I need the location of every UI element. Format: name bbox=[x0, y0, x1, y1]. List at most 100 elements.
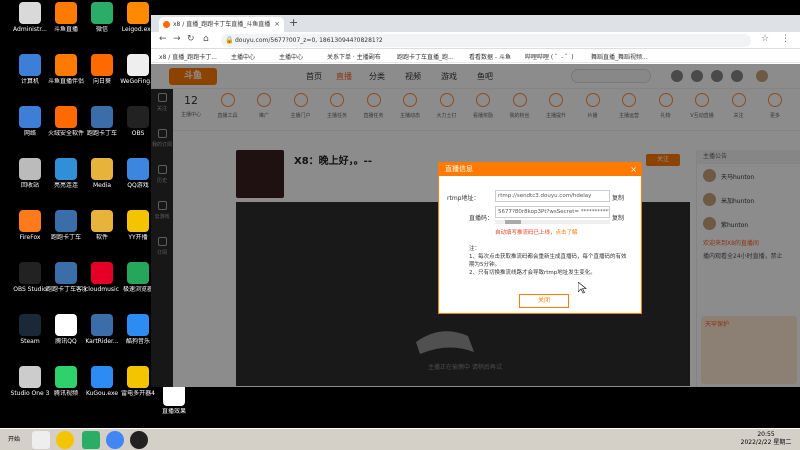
desktop-icon[interactable]: FireFox bbox=[10, 210, 50, 254]
scroll-thumb[interactable] bbox=[505, 220, 521, 224]
desktop-icon[interactable]: cloudmusic bbox=[82, 262, 122, 306]
chrome-taskbar-icon[interactable] bbox=[106, 431, 124, 449]
lock-icon: 🔒 bbox=[225, 36, 234, 44]
taskbar: 开始 20:55 2022/2/22 星期二 bbox=[0, 428, 800, 450]
close-dialog-button[interactable]: 关闭 bbox=[519, 294, 569, 308]
desktop-icon[interactable]: 亮亮连连 bbox=[46, 158, 86, 202]
app-icon bbox=[91, 54, 113, 76]
desktop-icon-label: 斗鱼直播伴侣 bbox=[47, 78, 84, 85]
desktop-icon[interactable]: 斗鱼直播伴侣 bbox=[46, 54, 86, 98]
desktop-icon[interactable]: 腾讯视频 bbox=[46, 366, 86, 410]
desktop-icon-label: Studio One 3 bbox=[10, 390, 50, 397]
learn-more-link[interactable]: 点击了解 bbox=[556, 230, 578, 236]
desktop: Administr... 斗鱼直播 微信 Leigod.exe 计算机 斗鱼直播伴侣 向日葵… bbox=[0, 0, 800, 428]
desktop-icon-label: 雷电多开器4 bbox=[121, 390, 155, 397]
app-icon bbox=[55, 54, 77, 76]
url-text: douyu.com/5677?007_z=0, 186130944?08281?… bbox=[235, 37, 383, 44]
copy-key-button[interactable]: 复制 bbox=[612, 213, 624, 222]
reload-button[interactable]: ↻ bbox=[187, 34, 195, 44]
app-icon bbox=[19, 158, 41, 180]
bookmark-item[interactable]: 主播中心 bbox=[231, 52, 255, 61]
desktop-icon[interactable]: 微信 bbox=[82, 2, 122, 46]
desktop-icon-label: 微信 bbox=[95, 26, 108, 33]
app-icon bbox=[19, 2, 41, 24]
desktop-icon-label: cloudmusic bbox=[85, 286, 119, 293]
bookmark-item[interactable]: 舞蹈直播_舞蹈视频... bbox=[591, 52, 648, 61]
wechat-taskbar-icon[interactable] bbox=[82, 431, 100, 449]
note-2: 2、只有切换推流线路才会导致rtmp地址发生变化。 bbox=[469, 270, 596, 276]
desktop-icon[interactable]: 回收站 bbox=[10, 158, 50, 202]
desktop-icon-label: 向日葵 bbox=[92, 78, 111, 85]
desktop-icon[interactable]: 斗鱼直播 bbox=[46, 2, 86, 46]
stream-key-scrollbar[interactable] bbox=[495, 220, 610, 224]
bookmark-item[interactable]: 跑跑卡丁车直播_跑... bbox=[397, 52, 454, 61]
desktop-icon[interactable]: 火绒安全软件 bbox=[46, 106, 86, 150]
stream-key-field[interactable]: 5677?80r8kop3Pt?wsSecret= *********** bbox=[495, 206, 610, 218]
tab-close-icon[interactable]: × bbox=[274, 17, 280, 32]
douyu-favicon-icon bbox=[163, 21, 170, 28]
desktop-icon-label: 回收站 bbox=[20, 182, 39, 189]
desktop-icon-label: OBS Studio bbox=[13, 286, 47, 293]
desktop-icon[interactable]: Steam bbox=[10, 314, 50, 358]
bookmark-item[interactable]: 主播中心 bbox=[279, 52, 303, 61]
home-button[interactable]: ⌂ bbox=[203, 34, 209, 44]
bookmark-item[interactable]: 关系下单 · 主播副布 bbox=[327, 52, 381, 61]
desktop-icon[interactable]: 跑跑卡丁车 bbox=[82, 106, 122, 150]
desktop-icon-label: 斗鱼直播 bbox=[53, 26, 78, 33]
app-icon bbox=[19, 366, 41, 388]
desktop-icon[interactable]: OBS Studio bbox=[10, 262, 50, 306]
app-icon bbox=[127, 2, 149, 24]
desktop-icon[interactable]: 软件 bbox=[82, 210, 122, 254]
desktop-icon[interactable]: 网络 bbox=[10, 106, 50, 150]
bookmark-item[interactable]: 看看数据 - 斗鱼 bbox=[469, 52, 511, 61]
back-button[interactable]: ← bbox=[159, 34, 167, 44]
system-tray bbox=[655, 433, 735, 447]
url-input[interactable]: 🔒 douyu.com/5677?007_z=0, 186130944?0828… bbox=[221, 34, 751, 47]
app-icon bbox=[127, 210, 149, 232]
desktop-icon[interactable]: 跑跑卡丁车 bbox=[46, 210, 86, 254]
bookmark-item[interactable]: 哔哩哔哩 ( ゜- ゜) bbox=[525, 52, 574, 61]
dialog-notes: 注： 1、每次点击获取推流码都会重新生成直播码，每个直播码的有效期为5分钟。 2… bbox=[469, 245, 629, 277]
desktop-icon[interactable]: 跑跑卡丁车客服 bbox=[46, 262, 86, 306]
desktop-icon-label: 腾讯QQ bbox=[55, 338, 77, 345]
desktop-icon[interactable]: KuGou.exe bbox=[82, 366, 122, 410]
desktop-icon-label: 跑跑卡丁车客服 bbox=[46, 286, 86, 293]
bookmark-star-icon[interactable]: ☆ bbox=[761, 34, 769, 44]
rtmp-address-field[interactable]: rtmp://sendtc3.douyu.com/hdelay bbox=[495, 190, 610, 202]
copy-rtmp-button[interactable]: 复制 bbox=[612, 193, 624, 202]
taskbar-clock[interactable]: 20:55 2022/2/22 星期二 bbox=[736, 431, 796, 447]
desktop-icon[interactable]: 向日葵 bbox=[82, 54, 122, 98]
auto-fill-text: 自动填写推流码已上线， bbox=[495, 230, 556, 236]
app-icon bbox=[55, 262, 77, 284]
browser-tab[interactable]: x8 / 直播_跑跑卡丁车直播_斗鱼直播 × bbox=[159, 17, 284, 32]
new-tab-button[interactable]: + bbox=[289, 16, 298, 29]
tab-title: x8 / 直播_跑跑卡丁车直播_斗鱼直播 bbox=[173, 21, 271, 28]
desktop-icon[interactable]: Studio One 3 bbox=[10, 366, 50, 410]
forward-button[interactable]: → bbox=[173, 34, 181, 44]
desktop-icon[interactable]: 直播效果 bbox=[154, 384, 194, 428]
browser-window: x8 / 直播_跑跑卡丁车直播_斗鱼直播 × + ← → ↻ ⌂ 🔒 douyu… bbox=[151, 15, 800, 387]
kart-taskbar-icon[interactable] bbox=[32, 431, 50, 449]
start-button[interactable]: 开始 bbox=[2, 432, 26, 448]
desktop-icon[interactable]: 计算机 bbox=[10, 54, 50, 98]
app-taskbar-icon[interactable] bbox=[56, 431, 74, 449]
bookmark-item[interactable]: x8 / 直播_跑跑卡丁... bbox=[159, 52, 217, 61]
dialog-close-icon[interactable]: × bbox=[630, 163, 637, 176]
desktop-icon-label: Media bbox=[92, 182, 112, 189]
app-icon bbox=[55, 314, 77, 336]
app-icon bbox=[127, 106, 149, 128]
desktop-icon-label: 软件 bbox=[95, 234, 108, 241]
desktop-icon[interactable]: Administr... bbox=[10, 2, 50, 46]
desktop-icon[interactable]: Media bbox=[82, 158, 122, 202]
obs-taskbar-icon[interactable] bbox=[130, 431, 148, 449]
desktop-icon-label: 跑跑卡丁车 bbox=[50, 234, 81, 241]
app-icon bbox=[55, 106, 77, 128]
dialog-title: 直播信息 bbox=[445, 165, 473, 173]
app-icon bbox=[91, 106, 113, 128]
app-icon bbox=[127, 158, 149, 180]
desktop-icon-label: 跑跑卡丁车 bbox=[86, 130, 117, 137]
desktop-icon[interactable]: KartRider... bbox=[82, 314, 122, 358]
desktop-icon[interactable]: 腾讯QQ bbox=[46, 314, 86, 358]
browser-menu-icon[interactable]: ⋮ bbox=[781, 34, 790, 44]
auto-fill-notice: 自动填写推流码已上线，点击了解 bbox=[495, 228, 578, 236]
